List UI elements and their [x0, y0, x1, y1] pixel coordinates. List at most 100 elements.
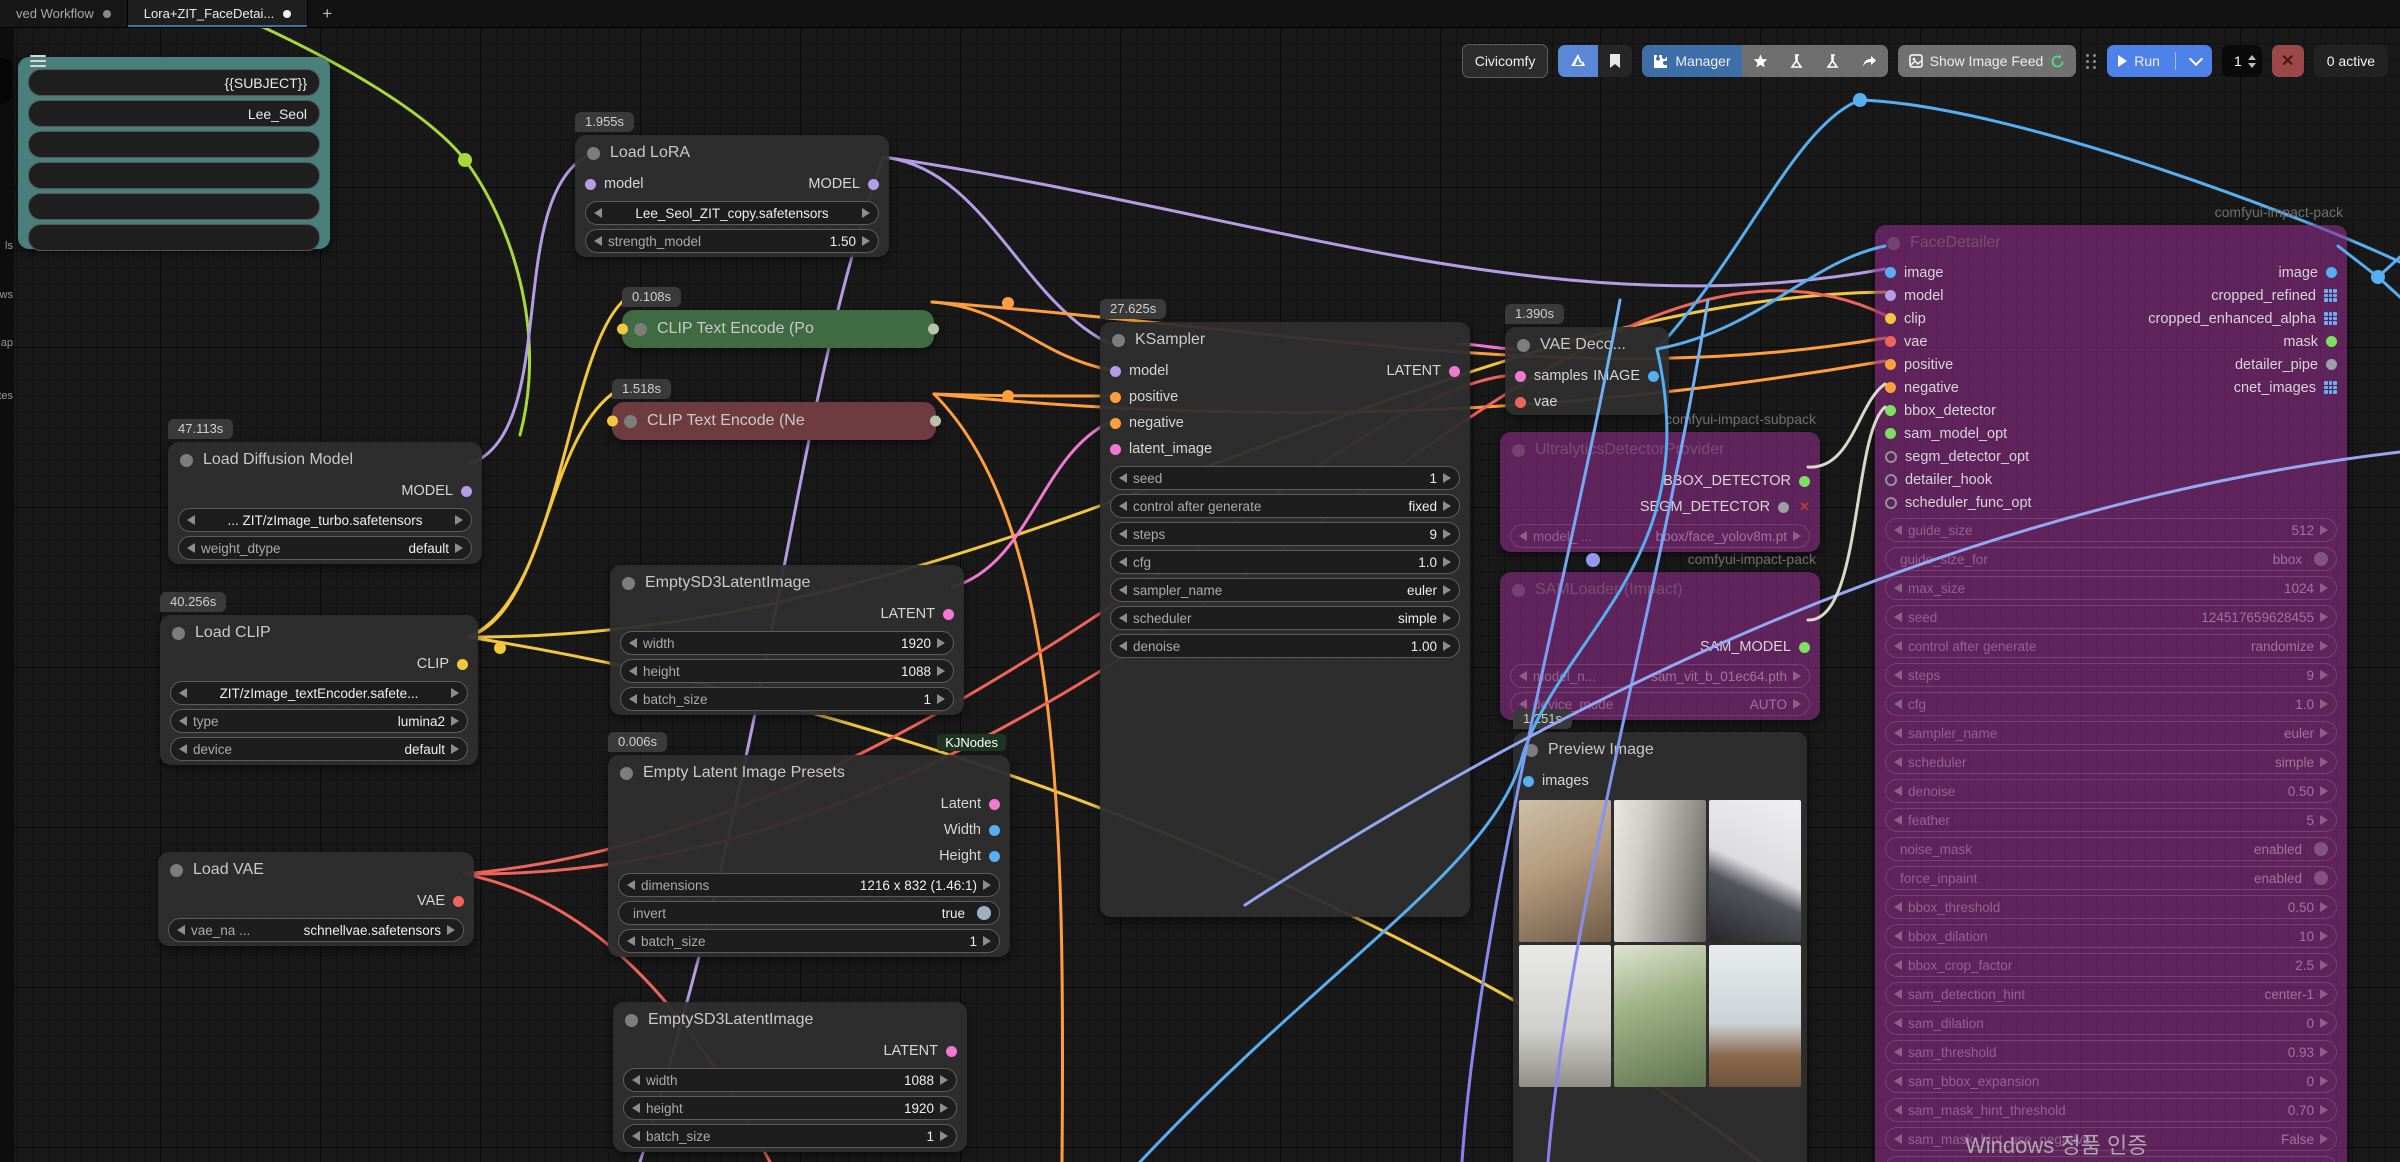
- IMAGE-port[interactable]: [1648, 371, 1659, 382]
- widget-sampler-name[interactable]: sampler_nameeuler: [1885, 721, 2337, 745]
- widget-blank[interactable]: [28, 162, 320, 189]
- tab-lora-zit-facedetailer[interactable]: Lora+ZIT_FaceDetai...: [128, 0, 308, 27]
- detailer_hook-ring-port[interactable]: [1885, 474, 1897, 486]
- tab-saved-workflow[interactable]: ved Workflow: [0, 0, 128, 27]
- menu-toggle-icon[interactable]: [30, 52, 46, 70]
- widget-cfg[interactable]: cfg1.0: [1110, 550, 1460, 574]
- mask-port[interactable]: [2326, 336, 2337, 347]
- widget-blank[interactable]: [28, 193, 320, 220]
- widget-scheduler[interactable]: schedulersimple: [1110, 606, 1460, 630]
- widget-feather[interactable]: feather5: [1885, 808, 2337, 832]
- decrement-icon[interactable]: [2248, 63, 2256, 68]
- widget-batch-size[interactable]: batch_size1: [623, 1124, 957, 1148]
- widget-sam-mask-hint-threshold[interactable]: sam_mask_hint_threshold0.70: [1885, 1098, 2337, 1122]
- widget-dimensions[interactable]: dimensions1216 x 832 (1.46:1): [618, 873, 1000, 897]
- samples-port[interactable]: [1515, 371, 1526, 382]
- model-port[interactable]: [1885, 290, 1896, 301]
- node-load-lora[interactable]: 1.955sLoad LoRAmodelMODELLee_Seol_ZIT_co…: [575, 135, 889, 257]
- segm_detector_opt-ring-port[interactable]: [1885, 451, 1897, 463]
- clip-port[interactable]: [1885, 313, 1896, 324]
- collapse-dot-icon[interactable]: [587, 147, 600, 160]
- LATENT-port[interactable]: [1449, 366, 1460, 377]
- logo-button[interactable]: [1558, 45, 1598, 77]
- collapse-dot-icon[interactable]: [1525, 744, 1538, 757]
- collapse-dot-icon[interactable]: [1887, 237, 1900, 250]
- input-port[interactable]: [617, 324, 628, 335]
- queue-count-control[interactable]: 1: [2222, 45, 2262, 77]
- flask-a-button[interactable]: [1779, 45, 1815, 77]
- node-empty-sd3-latent-1[interactable]: EmptySD3LatentImageLATENTwidth1920height…: [610, 565, 964, 715]
- input-port[interactable]: [607, 416, 618, 427]
- image-port[interactable]: [2326, 267, 2337, 278]
- LATENT-port[interactable]: [946, 1046, 957, 1057]
- widget-seed[interactable]: seed1: [1110, 466, 1460, 490]
- widget-sam-bbox-expansion[interactable]: sam_bbox_expansion0: [1885, 1069, 2337, 1093]
- widget-guide-size[interactable]: guide_size512: [1885, 518, 2337, 542]
- node-facedetailer[interactable]: comfyui-impact-packFaceDetailerimageimag…: [1875, 225, 2347, 1162]
- Latent-port[interactable]: [989, 799, 1000, 810]
- node-ultralytics-detector-provider[interactable]: comfyui-impact-subpackUltralyticsDetecto…: [1500, 432, 1820, 552]
- negative-port[interactable]: [1110, 418, 1121, 429]
- widget-steps[interactable]: steps9: [1110, 522, 1460, 546]
- widget-scheduler[interactable]: schedulersimple: [1885, 750, 2337, 774]
- widget-height[interactable]: height1088: [620, 659, 954, 683]
- latent_image-port[interactable]: [1110, 444, 1121, 455]
- widget-sam-dilation[interactable]: sam_dilation0: [1885, 1011, 2337, 1035]
- widget-blank[interactable]: [28, 131, 320, 158]
- toolbar-drag-handle[interactable]: [2086, 54, 2097, 69]
- cnet_images-grid-port[interactable]: [2324, 381, 2337, 394]
- scheduler_func_opt-ring-port[interactable]: [1885, 497, 1897, 509]
- SAM_MODEL-port[interactable]: [1799, 642, 1810, 653]
- node-clip-text-encode-negative[interactable]: 1.518sCLIP Text Encode (Ne: [612, 402, 936, 440]
- widget-model-n-[interactable]: model_n...sam_vit_b_01ec64.pth: [1510, 664, 1810, 688]
- widget-strength-model[interactable]: strength_model1.50: [585, 229, 879, 253]
- widget-sampler-name[interactable]: sampler_nameeuler: [1110, 578, 1460, 602]
- preview-image-bench[interactable]: [1709, 945, 1801, 1087]
- widget-noise-mask[interactable]: noise_maskenabled: [1885, 837, 2337, 861]
- Width-port[interactable]: [989, 825, 1000, 836]
- widget-denoise[interactable]: denoise1.00: [1110, 634, 1460, 658]
- new-tab-button[interactable]: +: [308, 0, 346, 27]
- images-port[interactable]: [1523, 776, 1534, 787]
- collapse-dot-icon[interactable]: [1512, 584, 1525, 597]
- widget-steps[interactable]: steps9: [1885, 663, 2337, 687]
- collapse-dot-icon[interactable]: [634, 323, 647, 336]
- increment-icon[interactable]: [2248, 55, 2256, 60]
- preview-image-armchair-reading[interactable]: [1519, 800, 1611, 942]
- output-port[interactable]: [928, 324, 939, 335]
- collapse-dot-icon[interactable]: [624, 415, 637, 428]
- node-empty-latent-image-presets[interactable]: 0.006sKJNodesEmpty Latent Image PresetsL…: [608, 755, 1010, 957]
- vae-port[interactable]: [1885, 336, 1896, 347]
- collapse-dot-icon[interactable]: [180, 454, 193, 467]
- widget-sam-detection-hint[interactable]: sam_detection_hintcenter-1: [1885, 982, 2337, 1006]
- node-load-diffusion-model[interactable]: 47.113sLoad Diffusion ModelMODEL... ZIT/…: [168, 442, 482, 564]
- model-port[interactable]: [585, 179, 596, 190]
- collapse-dot-icon[interactable]: [620, 767, 633, 780]
- widget-invert[interactable]: inverttrue: [618, 901, 1000, 925]
- widget-force-inpaint[interactable]: force_inpaintenabled: [1885, 866, 2337, 890]
- preview-image-window-lean[interactable]: [1614, 800, 1706, 942]
- Height-port[interactable]: [989, 851, 1000, 862]
- collapse-dot-icon[interactable]: [1112, 334, 1125, 347]
- sidebar-fragment[interactable]: tes: [0, 390, 13, 402]
- widget-lee-seol-zit-copy-safetensors[interactable]: Lee_Seol_ZIT_copy.safetensors: [585, 201, 879, 225]
- collapse-dot-icon[interactable]: [170, 864, 183, 877]
- run-button[interactable]: Run: [2107, 45, 2212, 77]
- widget-vae-na-[interactable]: vae_na ...schnellvae.safetensors: [168, 918, 464, 942]
- widget-control-after-generate[interactable]: control after generaterandomize: [1885, 634, 2337, 658]
- star-button[interactable]: [1742, 45, 1779, 77]
- widget-denoise[interactable]: denoise0.50: [1885, 779, 2337, 803]
- BBOX_DETECTOR-port[interactable]: [1799, 476, 1810, 487]
- collapse-dot-icon[interactable]: [172, 627, 185, 640]
- collapse-dot-icon[interactable]: [622, 577, 635, 590]
- node-load-clip[interactable]: 40.256sLoad CLIPCLIPZIT/zImage_textEncod…: [160, 615, 478, 765]
- bookmark-button[interactable]: [1598, 45, 1632, 77]
- collapse-dot-icon[interactable]: [1512, 444, 1525, 457]
- cropped_refined-grid-port[interactable]: [2324, 289, 2337, 302]
- sidebar-fragment[interactable]: ls: [5, 240, 13, 252]
- widget-device[interactable]: devicedefault: [170, 737, 468, 761]
- LATENT-port[interactable]: [943, 609, 954, 620]
- widget-width[interactable]: width1088: [623, 1068, 957, 1092]
- widget-lee-seol[interactable]: Lee_Seol: [28, 100, 320, 127]
- node-clip-text-encode-positive[interactable]: 0.108sCLIP Text Encode (Po: [622, 310, 934, 348]
